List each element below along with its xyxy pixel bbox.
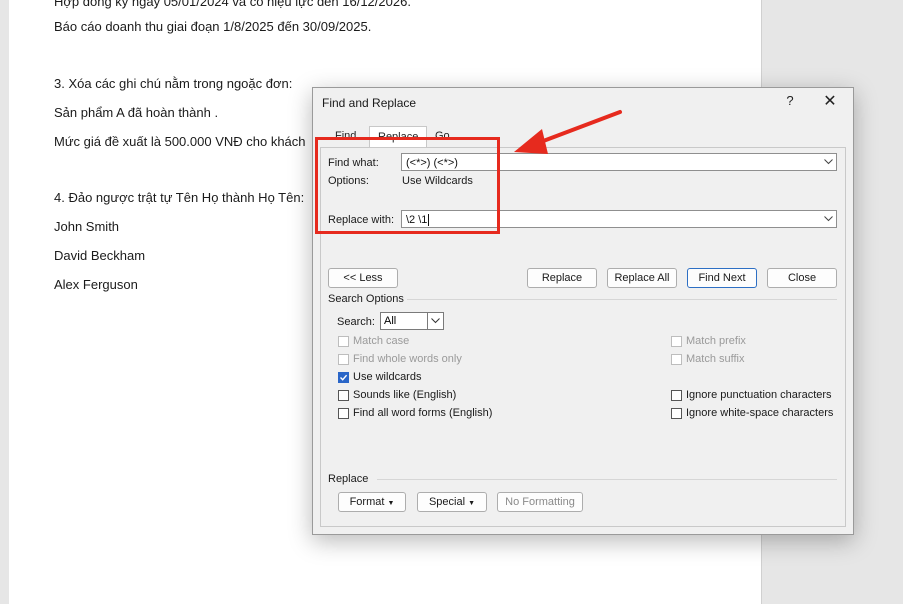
annotation-arrow-icon [514,110,622,154]
